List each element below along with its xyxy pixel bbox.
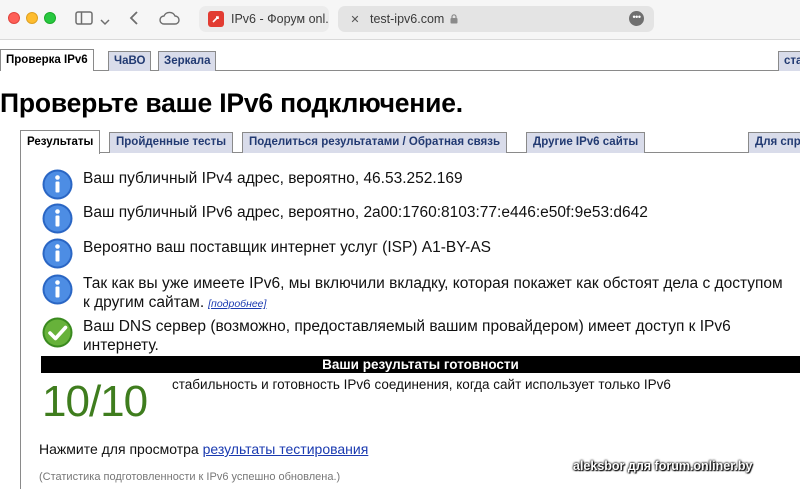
cloud-icon[interactable]	[158, 9, 180, 27]
onliner-favicon-icon	[208, 11, 224, 27]
watermark: aleksbor для forum.onliner.by	[573, 459, 753, 473]
lock-icon	[450, 14, 458, 24]
more-info-link[interactable]: [подробнее]	[208, 298, 266, 310]
page-title: Проверьте ваше IPv6 подключение.	[0, 88, 463, 118]
minimize-window-button[interactable]	[26, 12, 38, 24]
result-text: Ваш публичный IPv6 адрес, вероятно, 2a00…	[83, 204, 648, 221]
result-tabs: Результаты Пройденные тесты Поделиться р…	[20, 130, 800, 154]
readiness-score: 10/10	[42, 377, 148, 426]
check-icon	[42, 317, 73, 348]
tab-other-ipv6-sites[interactable]: Другие IPv6 сайты	[526, 132, 646, 153]
stats-note: (Статистика подготовленности к IPv6 успе…	[39, 471, 341, 483]
browser-tab-forum[interactable]: IPv6 - Форум onl...	[199, 6, 329, 32]
chevron-down-icon[interactable]	[100, 13, 110, 31]
zoom-window-button[interactable]	[44, 12, 56, 24]
tab-stats[interactable]: ста	[778, 51, 800, 71]
browser-tab-title: IPv6 - Форум onl...	[231, 12, 329, 26]
browser-tab-title: test-ipv6.com	[370, 12, 445, 26]
tab-share-feedback[interactable]: Поделиться результатами / Обратная связь	[242, 132, 508, 153]
tab-faq[interactable]: ЧаВО	[108, 51, 152, 71]
close-window-button[interactable]	[8, 12, 20, 24]
info-icon	[42, 274, 73, 305]
site-nav-tabs: Проверка IPv6 ЧаВО Зеркала ста	[0, 49, 800, 71]
result-text: Ваш DNS сервер (возможно, предоставляемы…	[83, 318, 731, 354]
result-text: Ваш публичный IPv4 адрес, вероятно, 46.5…	[83, 170, 463, 187]
readiness-description: стабильность и готовность IPv6 соединени…	[172, 377, 671, 392]
tab-tests-run[interactable]: Пройденные тесты	[109, 132, 234, 153]
browser-tab-test-ipv6[interactable]: ✕ test-ipv6.com •••	[338, 6, 654, 32]
back-icon[interactable]	[128, 9, 140, 27]
more-options-icon[interactable]: •••	[629, 11, 644, 26]
browser-toolbar: IPv6 - Форум onl... ✕ test-ipv6.com •••	[0, 0, 800, 40]
close-tab-icon[interactable]: ✕	[347, 11, 363, 27]
tab-mirrors[interactable]: Зеркала	[158, 51, 217, 71]
tab-ipv6-test[interactable]: Проверка IPv6	[0, 49, 94, 71]
result-text-block: Так как вы уже имеете IPv6, мы включили …	[83, 274, 783, 314]
info-icon	[42, 169, 73, 200]
result-text: Так как вы уже имеете IPv6, мы включили …	[83, 275, 783, 311]
info-icon	[42, 238, 73, 269]
view-results-line: Нажмите для просмотра результаты тестиро…	[39, 441, 368, 457]
tab-for-help[interactable]: Для спр	[748, 132, 800, 153]
tab-results[interactable]: Результаты	[20, 130, 101, 154]
info-icon	[42, 203, 73, 234]
view-prefix: Нажмите для просмотра	[39, 441, 199, 457]
sidebar-icon[interactable]	[75, 9, 93, 27]
test-results-link[interactable]: результаты тестирования	[203, 441, 369, 457]
readiness-header: Ваши результаты готовности	[41, 356, 800, 373]
result-text: Вероятно ваш поставщик интернет услуг (I…	[83, 239, 492, 256]
